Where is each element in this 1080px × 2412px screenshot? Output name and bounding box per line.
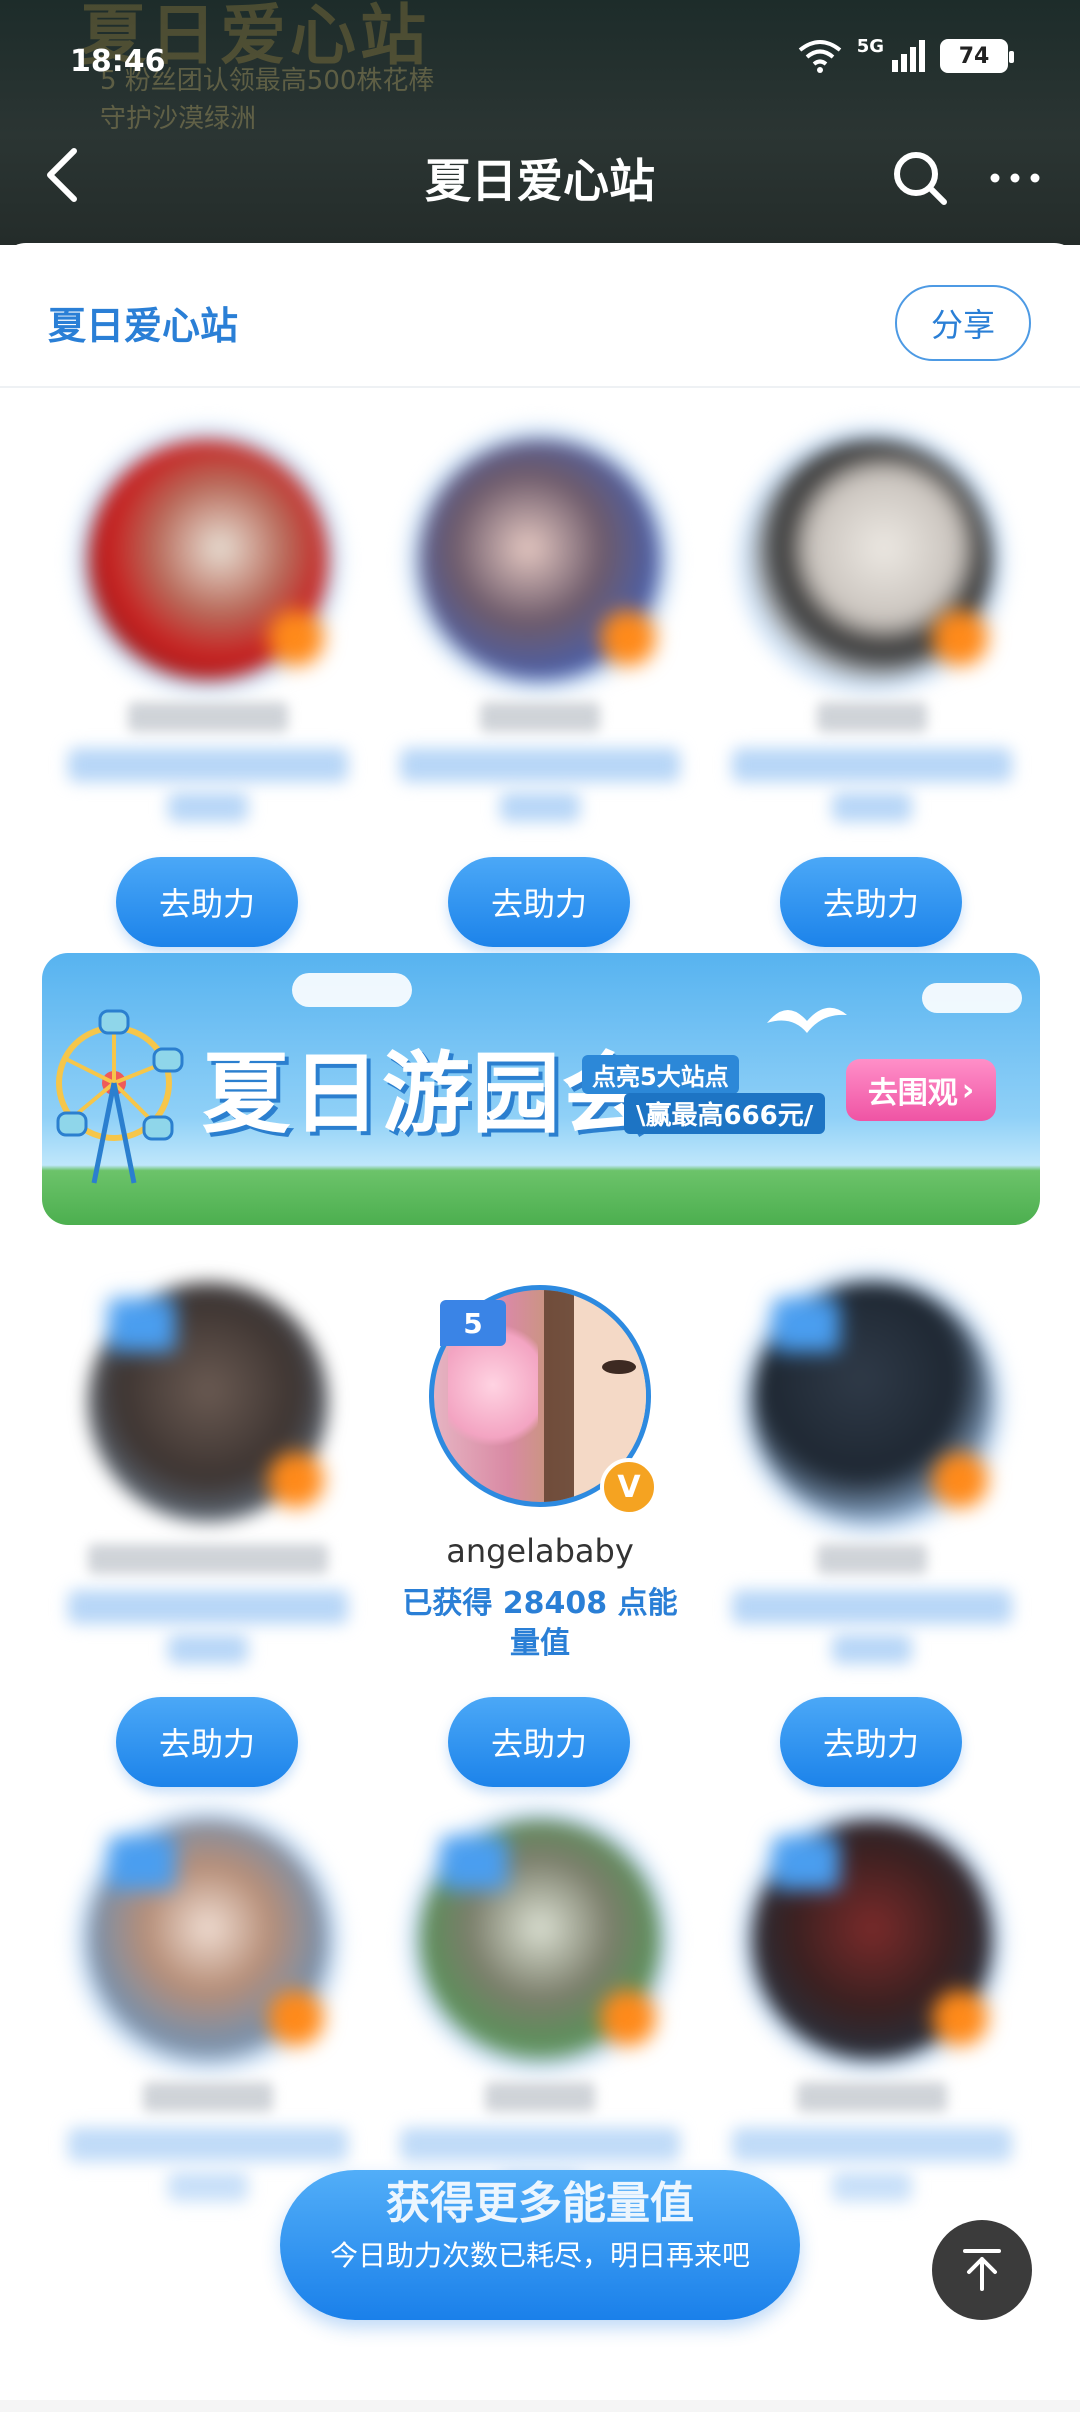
fan-avatar[interactable] bbox=[88, 1820, 328, 2060]
fan-score bbox=[400, 748, 680, 782]
status-badge bbox=[268, 610, 324, 666]
fan-name bbox=[88, 1544, 328, 1574]
battery-indicator: 74 bbox=[940, 39, 1014, 73]
chevron-right-icon: › bbox=[961, 1072, 975, 1108]
featured-score: 已获得 28408 点能量值 bbox=[402, 1586, 678, 1661]
featured-name: angelababy bbox=[446, 1532, 634, 1570]
eye-decoration bbox=[602, 1360, 636, 1374]
back-to-top-button[interactable] bbox=[932, 2220, 1032, 2320]
arrow-up-icon bbox=[963, 2249, 1001, 2291]
home-indicator bbox=[0, 2400, 1080, 2412]
ferris-wheel-icon bbox=[56, 1009, 184, 1184]
divider bbox=[0, 386, 1080, 388]
fan-name bbox=[480, 702, 600, 732]
panel-title: 夏日爱心站 bbox=[48, 304, 239, 348]
fan-card bbox=[58, 440, 358, 822]
fan-score bbox=[68, 748, 348, 782]
help-button[interactable]: 去助力 bbox=[780, 1697, 962, 1787]
banner-cta-button[interactable]: 去围观 › bbox=[846, 1059, 996, 1121]
fan-score bbox=[832, 792, 912, 822]
header-bg-line: 守护沙漠绿洲 bbox=[100, 104, 257, 134]
fan-card bbox=[722, 440, 1022, 822]
help-button[interactable]: 去助力 bbox=[780, 857, 962, 947]
status-badge bbox=[932, 1990, 988, 2046]
cloud-decoration bbox=[292, 973, 412, 1007]
hair-decoration bbox=[544, 1290, 574, 1502]
help-button[interactable]: 去助力 bbox=[116, 857, 298, 947]
get-more-energy-button[interactable]: 获得更多能量值 今日助力次数已耗尽，明日再来吧 bbox=[280, 2170, 800, 2320]
status-icons: 5G 74 bbox=[797, 35, 1014, 74]
fan-card bbox=[390, 440, 690, 822]
status-time: 18:46 bbox=[70, 44, 166, 79]
header: 夏日爱心站 5 粉丝团认领最高500株花棒 守护沙漠绿洲 18:46 5G 74… bbox=[0, 0, 1080, 245]
fan-score bbox=[168, 792, 248, 822]
verified-badge-icon: V bbox=[600, 1458, 658, 1516]
fan-score bbox=[732, 1590, 1012, 1624]
status-badge bbox=[932, 610, 988, 666]
search-icon[interactable] bbox=[890, 148, 950, 208]
energy-subtitle: 今日助力次数已耗尽，明日再来吧 bbox=[329, 2239, 750, 2272]
fan-score bbox=[168, 1634, 248, 1664]
help-button[interactable]: 去助力 bbox=[448, 857, 630, 947]
fan-score bbox=[832, 1634, 912, 1664]
rank-tag bbox=[772, 1836, 840, 1890]
status-badge bbox=[268, 1452, 324, 1508]
fan-avatar[interactable] bbox=[752, 1282, 992, 1522]
fan-card bbox=[58, 1282, 358, 1664]
status-badge bbox=[600, 1990, 656, 2046]
rank-tag bbox=[108, 1298, 176, 1352]
cloud-decoration bbox=[922, 983, 1022, 1013]
fan-avatar[interactable] bbox=[420, 440, 660, 680]
summer-fair-banner[interactable]: 夏日游园会 点亮5大站点 \赢最高666元/ 去围观 › bbox=[42, 953, 1040, 1225]
fan-avatar[interactable] bbox=[88, 1282, 328, 1522]
status-badge bbox=[932, 1452, 988, 1508]
fan-avatar[interactable] bbox=[752, 1820, 992, 2060]
more-icon[interactable] bbox=[985, 150, 1045, 210]
help-button[interactable]: 去助力 bbox=[116, 1697, 298, 1787]
wifi-icon bbox=[798, 40, 841, 73]
fan-score bbox=[732, 748, 1012, 782]
bird-icon bbox=[767, 1007, 847, 1033]
energy-title: 获得更多能量值 bbox=[386, 2178, 694, 2229]
fan-avatar[interactable] bbox=[88, 440, 328, 680]
share-button[interactable]: 分享 bbox=[895, 285, 1031, 361]
rank-badge: 5 bbox=[440, 1300, 506, 1346]
fan-score bbox=[68, 1590, 348, 1624]
help-button[interactable]: 去助力 bbox=[448, 1697, 630, 1787]
banner-subtitle: 点亮5大站点 bbox=[582, 1055, 739, 1094]
banner-subtitle: \赢最高666元/ bbox=[624, 1093, 826, 1134]
status-badge bbox=[268, 1990, 324, 2046]
signal-icon bbox=[892, 40, 925, 72]
fan-card bbox=[722, 1282, 1022, 1664]
rank-tag bbox=[440, 1836, 508, 1890]
fan-score bbox=[500, 792, 580, 822]
fan-name bbox=[817, 702, 927, 732]
fan-name bbox=[128, 702, 288, 732]
fan-avatar[interactable] bbox=[420, 1820, 660, 2060]
rank-tag bbox=[772, 1298, 840, 1352]
fan-avatar[interactable] bbox=[752, 440, 992, 680]
fan-name bbox=[817, 1544, 927, 1574]
rank-tag bbox=[108, 1836, 176, 1890]
banner-cta-label: 去围观 bbox=[867, 1076, 958, 1111]
network-label: 5G bbox=[856, 35, 884, 57]
status-badge bbox=[600, 610, 656, 666]
